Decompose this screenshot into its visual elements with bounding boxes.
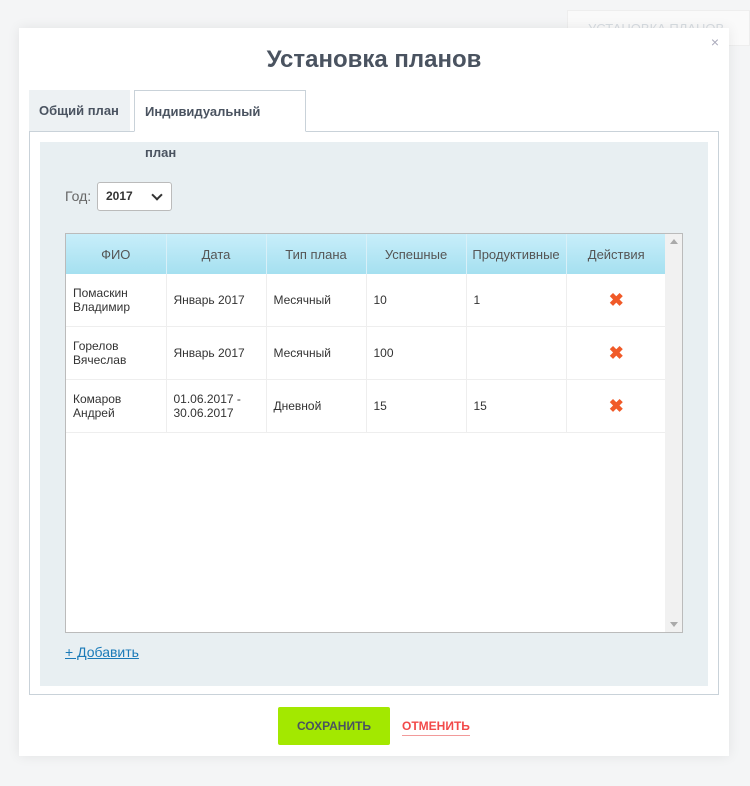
cell-date: 01.06.2017 - 30.06.2017 [166, 379, 267, 433]
tab-general-plan[interactable]: Общий план [29, 90, 130, 131]
delete-icon[interactable]: ✖ [609, 290, 624, 310]
cell-plan-type: Месячный [266, 274, 367, 327]
header-plan-type[interactable]: Тип плана [266, 234, 367, 274]
cell-successful: 100 [366, 326, 467, 380]
cell-successful: 15 [366, 379, 467, 433]
cell-actions: ✖ [566, 326, 666, 380]
cell-plan-type: Дневной [266, 379, 367, 433]
cell-date: Январь 2017 [166, 326, 267, 380]
year-label: Год: [65, 188, 92, 204]
delete-icon[interactable]: ✖ [609, 343, 624, 363]
set-plans-modal: × Установка планов Общий план Индивидуал… [19, 28, 729, 756]
table-header: ФИО Дата Тип плана Успешные Продуктивные… [66, 234, 666, 274]
modal-title: Установка планов [266, 46, 482, 73]
header-actions: Действия [566, 234, 666, 274]
header-name[interactable]: ФИО [66, 234, 167, 274]
cell-name: Помаскин Владимир [66, 274, 167, 327]
save-button[interactable]: СОХРАНИТЬ [278, 707, 390, 745]
cell-name: Горелов Вячеслав [66, 326, 167, 380]
cancel-button[interactable]: ОТМЕНИТЬ [402, 719, 470, 736]
chevron-down-icon [151, 189, 163, 201]
delete-icon[interactable]: ✖ [609, 396, 624, 416]
cell-productive [466, 326, 567, 380]
cell-actions: ✖ [566, 379, 666, 433]
table-row: Помаскин Владимир Январь 2017 Месячный 1… [66, 274, 666, 327]
cell-productive: 1 [466, 274, 567, 327]
table-scrollbar[interactable] [665, 234, 682, 632]
cell-successful: 10 [366, 274, 467, 327]
header-successful[interactable]: Успешные [366, 234, 467, 274]
tab-content: Год: 2017 ФИО Дата Тип плана Успешные Пр… [29, 131, 719, 695]
header-productive[interactable]: Продуктивные [466, 234, 567, 274]
cell-productive: 15 [466, 379, 567, 433]
scroll-down-icon[interactable] [670, 622, 678, 627]
tab-individual-plan[interactable]: Индивидуальный план [134, 90, 306, 160]
cell-name: Комаров Андрей [66, 379, 167, 433]
cell-actions: ✖ [566, 274, 666, 327]
table-row: Комаров Андрей 01.06.2017 - 30.06.2017 Д… [66, 379, 666, 433]
cell-date: Январь 2017 [166, 274, 267, 327]
year-select[interactable]: 2017 [97, 182, 172, 211]
individual-plan-panel: Год: 2017 ФИО Дата Тип плана Успешные Пр… [40, 142, 708, 686]
table-row: Горелов Вячеслав Январь 2017 Месячный 10… [66, 326, 666, 380]
year-value: 2017 [106, 189, 133, 203]
scroll-up-icon[interactable] [670, 239, 678, 244]
header-date[interactable]: Дата [166, 234, 267, 274]
add-link[interactable]: + Добавить [65, 644, 139, 660]
cell-plan-type: Месячный [266, 326, 367, 380]
plans-table: ФИО Дата Тип плана Успешные Продуктивные… [65, 233, 683, 633]
